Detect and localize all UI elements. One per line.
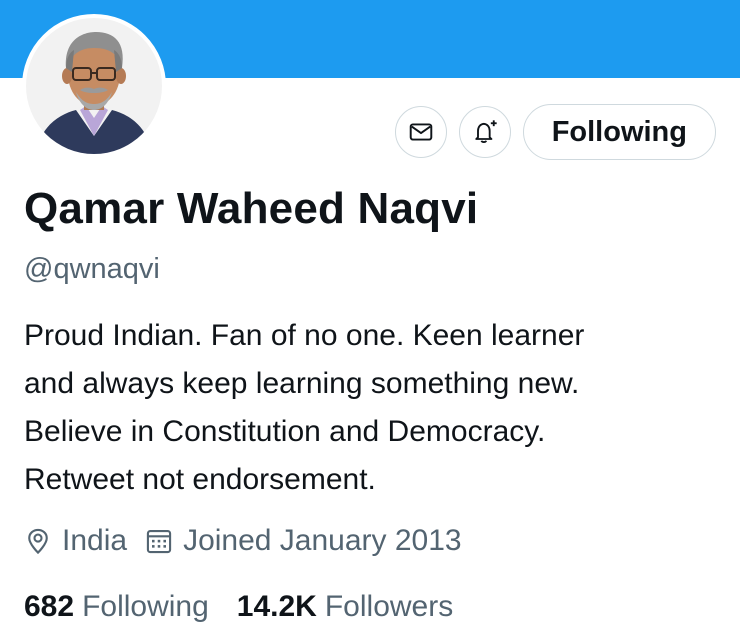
profile-stats: 682 Following 14.2K Followers xyxy=(24,584,453,630)
following-label: Following xyxy=(82,590,209,623)
profile-avatar[interactable] xyxy=(22,14,166,158)
envelope-icon xyxy=(409,123,432,141)
profile-meta: India Joined January 2013 xyxy=(24,518,462,564)
following-count: 682 xyxy=(24,590,75,623)
calendar-icon xyxy=(146,530,172,554)
profile-bio: Proud Indian. Fan of no one. Keen learne… xyxy=(24,312,724,504)
bio-line: and always keep learning something new. xyxy=(24,367,580,400)
following-stat-link[interactable]: 682 Following xyxy=(24,590,209,624)
profile-location: India xyxy=(24,524,127,558)
notifications-button[interactable] xyxy=(458,106,511,158)
profile-joined: Joined January 2013 xyxy=(145,524,462,558)
profile-display-name: Qamar Waheed Naqvi xyxy=(24,184,479,233)
avatar-illustration xyxy=(26,18,162,154)
followers-label: Followers xyxy=(324,590,454,623)
bio-line: Retweet not endorsement. xyxy=(24,463,376,496)
location-pin-icon xyxy=(28,528,48,555)
joined-text: Joined January 2013 xyxy=(183,524,462,557)
bell-plus-icon xyxy=(475,120,497,143)
bio-line: Proud Indian. Fan of no one. Keen learne… xyxy=(24,319,585,352)
profile-actions: Following xyxy=(394,104,716,160)
profile-handle: @qwnaqvi xyxy=(24,253,160,285)
bio-line: Believe in Constitution and Democracy. xyxy=(24,415,546,448)
location-text: India xyxy=(62,524,128,557)
followers-count: 14.2K xyxy=(236,590,317,623)
message-button[interactable] xyxy=(394,106,447,158)
following-button[interactable]: Following xyxy=(522,104,716,160)
followers-stat-link[interactable]: 14.2K Followers xyxy=(237,590,453,624)
